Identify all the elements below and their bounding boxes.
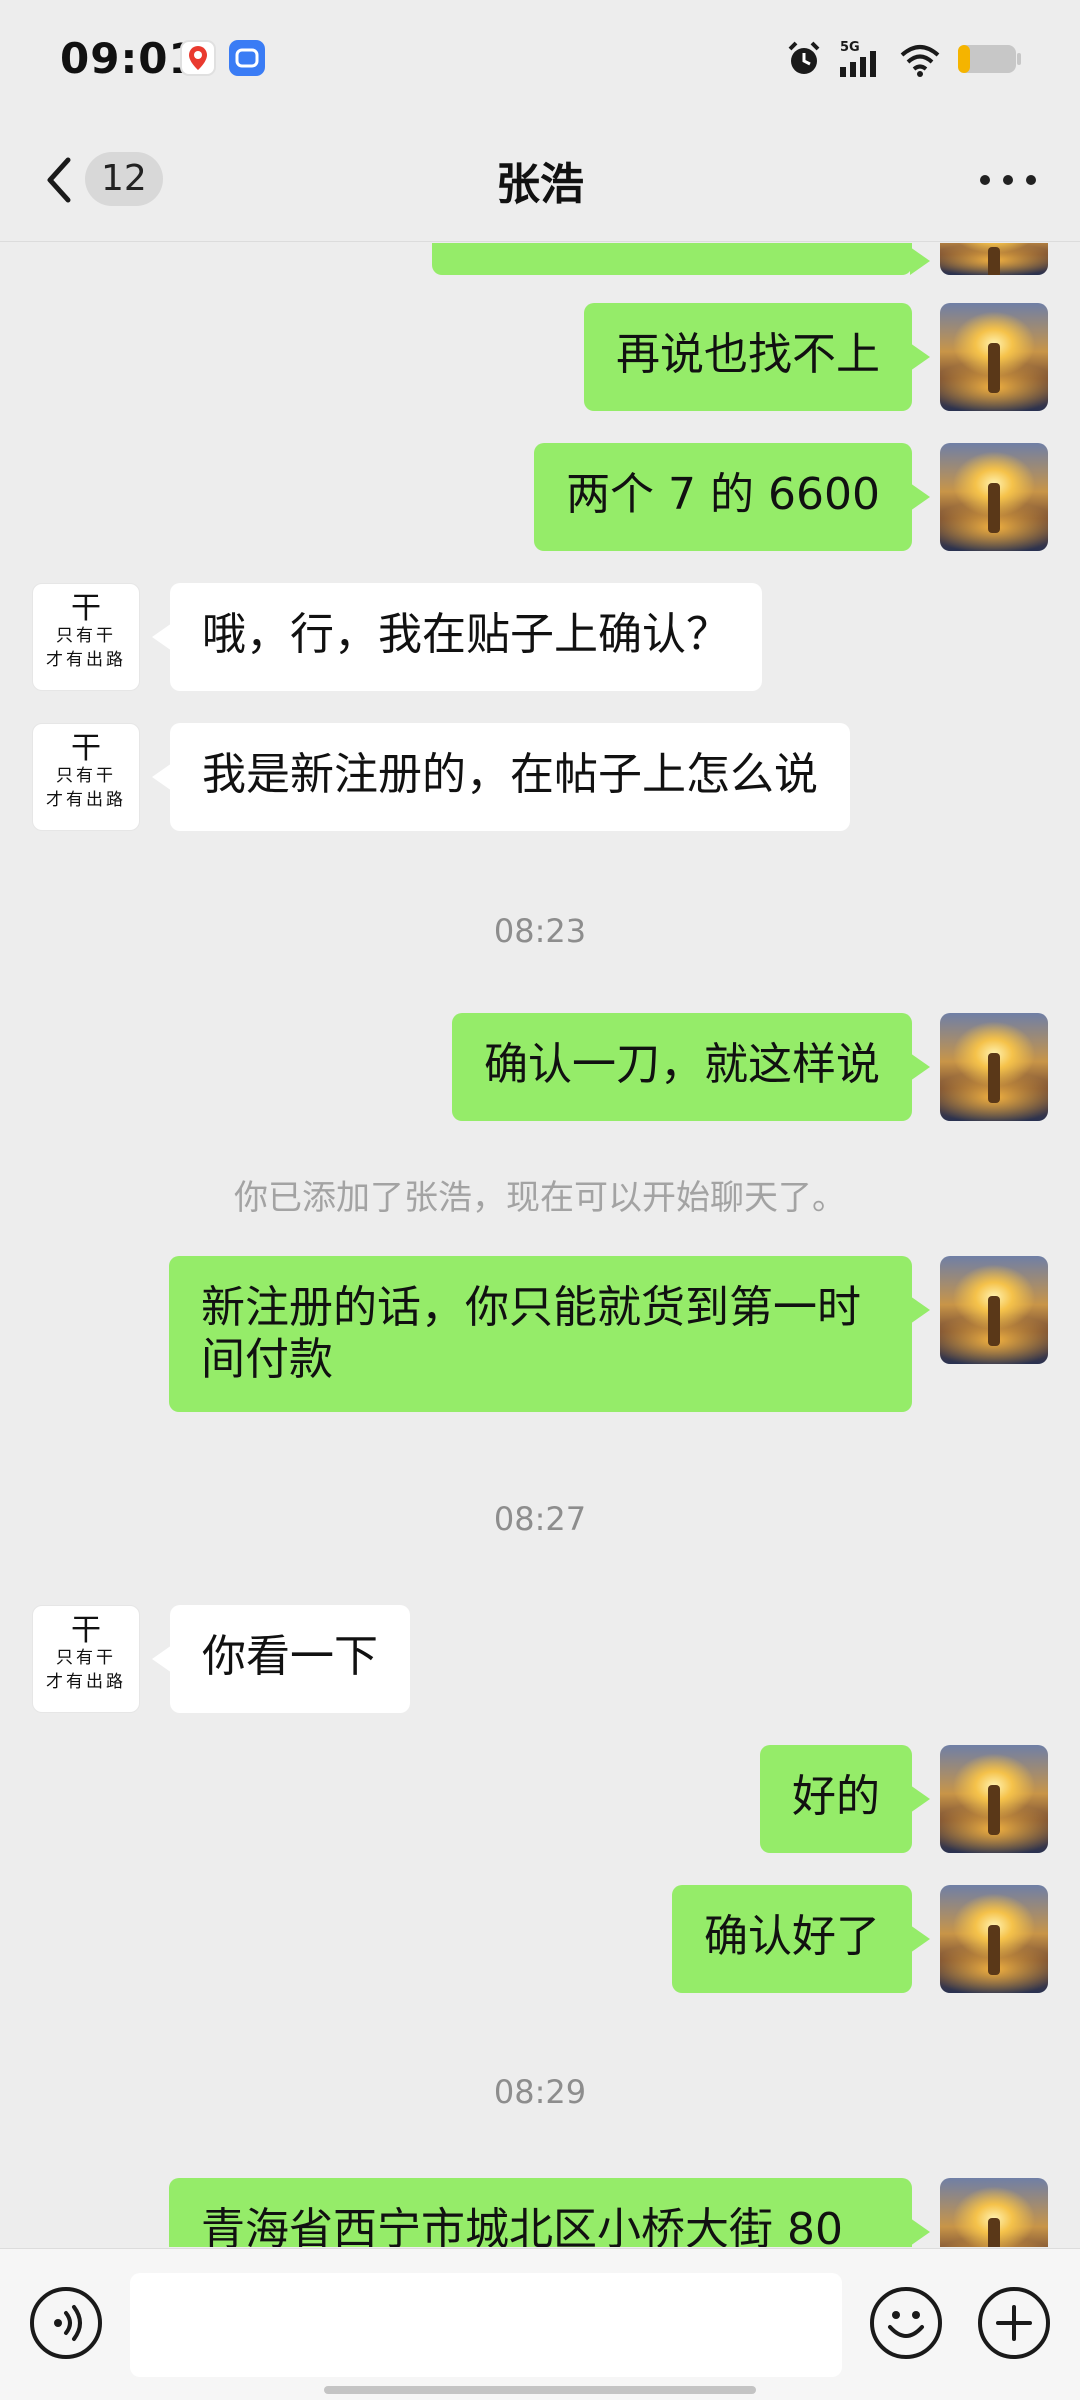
signal-5g-icon: 5G <box>840 40 876 77</box>
message-timestamp: 08:27 <box>493 1500 587 1538</box>
message-timestamp: 08:29 <box>493 2073 587 2111</box>
contact-avatar[interactable]: 干 只有干 才有出路 <box>32 723 140 831</box>
self-avatar[interactable] <box>940 243 1048 275</box>
message-timestamp: 08:23 <box>493 912 587 950</box>
wifi-icon <box>900 45 940 77</box>
message-bubble-other[interactable]: 你看一下 <box>152 1605 410 1713</box>
input-bar <box>0 2248 1080 2400</box>
emoji-icon <box>888 2311 924 2338</box>
avatar-text: 才有出路 <box>46 650 126 670</box>
self-avatar[interactable] <box>940 443 1048 551</box>
message-bubble-self[interactable] <box>432 243 930 275</box>
avatar-text: 干 <box>71 731 101 766</box>
status-time: 09:01 <box>60 34 199 83</box>
voice-icon <box>54 2305 82 2341</box>
more-dot-icon <box>1026 175 1036 185</box>
network-type-label: 5G <box>840 40 860 55</box>
contact-avatar[interactable]: 干 只有干 才有出路 <box>32 583 140 691</box>
message-bubble-self[interactable]: 确认一刀，就这样说 <box>452 1013 930 1121</box>
status-bar: 09:01 5G <box>0 0 1080 118</box>
message-bubble-self[interactable]: 好的 <box>760 1745 930 1853</box>
message-bubble-self[interactable]: 再说也找不上 <box>584 303 930 411</box>
home-indicator[interactable] <box>324 2386 756 2394</box>
message-bubble-self[interactable]: 新注册的话，你只能就货到第一时间付款 <box>169 1256 930 1412</box>
self-avatar[interactable] <box>940 1885 1048 1993</box>
system-notice: 你已添加了张浩，现在可以开始聊天了。 <box>234 1178 846 1218</box>
avatar-text: 只有干 <box>56 626 116 646</box>
more-dot-icon <box>980 175 990 185</box>
voice-input-button[interactable] <box>30 2287 102 2359</box>
message-bubble-other[interactable]: 哦，行，我在贴子上确认？ <box>152 583 762 691</box>
messaging-app-icon <box>229 40 265 76</box>
self-avatar[interactable] <box>940 303 1048 411</box>
avatar-text: 干 <box>71 1613 101 1648</box>
message-bubble-self[interactable]: 两个 7 的 6600 <box>534 443 930 551</box>
alarm-icon <box>788 41 820 74</box>
self-avatar[interactable] <box>940 1256 1048 1364</box>
more-dot-icon <box>1003 175 1013 185</box>
chat-title: 张浩 <box>496 159 584 210</box>
chat-header: 12 张浩 <box>0 118 1080 242</box>
self-avatar[interactable] <box>940 2178 1048 2247</box>
message-input[interactable] <box>130 2273 842 2377</box>
message-list[interactable]: 再说也找不上 两个 7 的 6600 干 只有干 才有出路 哦，行，我在贴子上确… <box>0 243 1080 2247</box>
baidu-maps-app-icon <box>180 40 216 76</box>
plus-icon <box>996 2305 1032 2341</box>
more-functions-button[interactable] <box>978 2287 1050 2359</box>
avatar-text: 才有出路 <box>46 790 126 810</box>
avatar-text: 只有干 <box>56 1648 116 1668</box>
self-avatar[interactable] <box>940 1745 1048 1853</box>
message-bubble-self[interactable]: 青海省西宁市城北区小桥大街 80 <box>169 2178 930 2247</box>
avatar-text: 只有干 <box>56 766 116 786</box>
message-bubble-other[interactable]: 我是新注册的，在帖子上怎么说 <box>152 723 850 831</box>
more-options-button[interactable] <box>980 172 1036 188</box>
contact-avatar[interactable]: 干 只有干 才有出路 <box>32 1605 140 1713</box>
status-icons: 5G <box>784 38 1022 80</box>
battery-low-icon <box>958 45 1021 73</box>
avatar-text: 干 <box>71 591 101 626</box>
avatar-text: 才有出路 <box>46 1672 126 1692</box>
chat-screen: 09:01 5G 12 张浩 再说也找不上 两个 7 的 6600 干 只有干 … <box>0 0 1080 2400</box>
emoji-button[interactable] <box>870 2287 942 2359</box>
message-bubble-self[interactable]: 确认好了 <box>672 1885 930 1993</box>
self-avatar[interactable] <box>940 1013 1048 1121</box>
